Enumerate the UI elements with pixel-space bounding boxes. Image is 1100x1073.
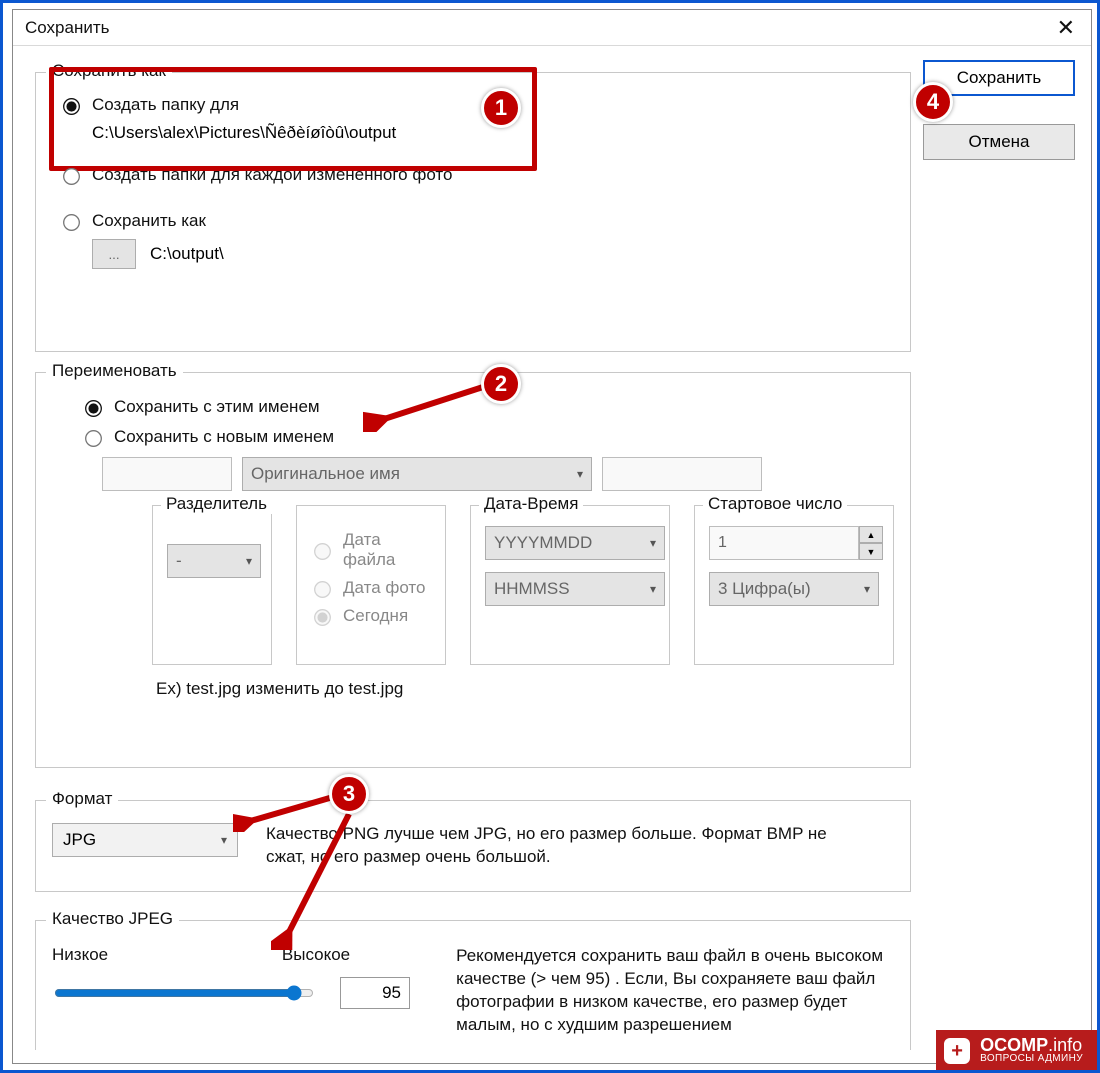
annotation-badge-4: 4 bbox=[913, 82, 953, 122]
separator-value: - bbox=[176, 551, 182, 571]
titlebar: Сохранить ✕ bbox=[13, 10, 1091, 46]
chevron-down-icon: ▾ bbox=[246, 554, 252, 568]
date-file-option[interactable]: Дата файла bbox=[311, 530, 431, 570]
jpeg-quality-group: Качество JPEG Низкое Высокое Рекомендует… bbox=[35, 920, 911, 1050]
cancel-button[interactable]: Отмена bbox=[923, 124, 1075, 160]
saveas-opt-custom-path[interactable]: Сохранить как bbox=[60, 211, 894, 231]
chevron-down-icon: ▾ bbox=[221, 833, 227, 847]
chevron-down-icon: ▾ bbox=[650, 582, 656, 596]
rename-sub-groups: Разделитель - ▾ Дата файла Дата bbox=[152, 505, 894, 665]
plus-icon: + bbox=[944, 1038, 970, 1064]
digits-combo[interactable]: 3 Цифра(ы) ▾ bbox=[709, 572, 879, 606]
custom-path-row: ... C:\output\ bbox=[92, 239, 894, 269]
date-photo-option[interactable]: Дата фото bbox=[311, 578, 431, 598]
custom-path-text: C:\output\ bbox=[150, 244, 224, 264]
datetime-group: Дата-Время YYYYMMDD ▾ HHMMSS ▾ bbox=[470, 505, 670, 665]
watermark-sub: ВОПРОСЫ АДМИНУ bbox=[980, 1054, 1083, 1064]
chevron-down-icon: ▾ bbox=[577, 467, 583, 481]
rename-opt2-label: Сохранить с новым именем bbox=[114, 427, 334, 447]
rename-opt1-label: Сохранить с этим именем bbox=[114, 397, 320, 417]
separator-combo[interactable]: - ▾ bbox=[167, 544, 261, 578]
datetime-legend: Дата-Время bbox=[479, 494, 583, 514]
format-value: JPG bbox=[63, 830, 96, 850]
annotation-badge-3: 3 bbox=[329, 774, 369, 814]
annotation-badge-2: 2 bbox=[481, 364, 521, 404]
name-mode-value: Оригинальное имя bbox=[251, 464, 400, 484]
format-note: Качество PNG лучше чем JPG, но его разме… bbox=[266, 823, 866, 869]
watermark: + OCOMP.info ВОПРОСЫ АДМИНУ bbox=[936, 1030, 1097, 1070]
quality-value-input[interactable] bbox=[340, 977, 410, 1009]
time-format-combo[interactable]: HHMMSS ▾ bbox=[485, 572, 665, 606]
chevron-down-icon: ▾ bbox=[650, 536, 656, 550]
prefix-input[interactable] bbox=[102, 457, 232, 491]
saveas-opt1-label: Создать папку для bbox=[92, 95, 239, 115]
rename-opt-new-name[interactable]: Сохранить с новым именем bbox=[82, 427, 894, 447]
date-file-label: Дата файла bbox=[343, 530, 431, 570]
start-number-group: Стартовое число ▲ ▼ 3 Цифра(ы) ▾ bbox=[694, 505, 894, 665]
date-today-label: Сегодня bbox=[343, 606, 408, 626]
radio-keep-name[interactable] bbox=[85, 400, 102, 417]
saveas-opt3-label: Сохранить как bbox=[92, 211, 206, 231]
saveas-opt-per-photo[interactable]: Создать папки для каждой измененного фот… bbox=[60, 165, 894, 185]
date-format-value: YYYYMMDD bbox=[494, 533, 592, 553]
date-photo-label: Дата фото bbox=[343, 578, 426, 598]
format-combo[interactable]: JPG ▾ bbox=[52, 823, 238, 857]
format-legend: Формат bbox=[46, 789, 118, 809]
rename-inputs-row: Оригинальное имя ▾ bbox=[102, 457, 894, 491]
radio-create-folder[interactable] bbox=[63, 98, 80, 115]
highlight-rect-1 bbox=[49, 67, 537, 171]
rename-legend: Переименовать bbox=[46, 361, 183, 381]
quality-slider-area: Низкое Высокое bbox=[52, 945, 430, 1037]
rename-example: Ex) test.jpg изменить до test.jpg bbox=[156, 679, 894, 699]
date-today-option[interactable]: Сегодня bbox=[311, 606, 431, 626]
saveas-opt-create-folder[interactable]: Создать папку для bbox=[60, 95, 894, 115]
time-format-value: HHMMSS bbox=[494, 579, 570, 599]
close-icon[interactable]: ✕ bbox=[1053, 15, 1079, 41]
browse-button[interactable]: ... bbox=[92, 239, 136, 269]
date-format-combo[interactable]: YYYYMMDD ▾ bbox=[485, 526, 665, 560]
quality-low-label: Низкое bbox=[52, 945, 108, 965]
save-as-legend: Сохранить как bbox=[46, 61, 172, 81]
quality-slider[interactable] bbox=[54, 985, 314, 1001]
window-title: Сохранить bbox=[25, 18, 109, 38]
jpeg-legend: Качество JPEG bbox=[46, 909, 179, 929]
start-number-input[interactable] bbox=[709, 526, 859, 560]
rename-group: Переименовать Сохранить с этим именем Со… bbox=[35, 372, 911, 768]
format-group: Формат JPG ▾ Качество PNG лучше чем JPG,… bbox=[35, 800, 911, 892]
radio-custom-path[interactable] bbox=[63, 214, 80, 231]
radio-date-file[interactable] bbox=[314, 543, 331, 560]
jpeg-note: Рекомендуется сохранить ваш файл в очень… bbox=[456, 945, 894, 1037]
radio-per-photo[interactable] bbox=[63, 168, 80, 185]
separator-legend: Разделитель bbox=[161, 494, 272, 514]
radio-new-name[interactable] bbox=[85, 430, 102, 447]
quality-high-label: Высокое bbox=[282, 945, 430, 965]
spin-up-button[interactable]: ▲ bbox=[859, 526, 883, 543]
annotation-badge-1: 1 bbox=[481, 88, 521, 128]
dialog-window: Сохранить ✕ Сохранить Отмена Сохранить к… bbox=[12, 9, 1092, 1064]
start-number-legend: Стартовое число bbox=[703, 494, 847, 514]
suffix-input[interactable] bbox=[602, 457, 762, 491]
radio-date-today[interactable] bbox=[314, 609, 331, 626]
chevron-down-icon: ▾ bbox=[864, 582, 870, 596]
saveas-opt2-label: Создать папки для каждой измененного фот… bbox=[92, 165, 452, 185]
start-number-spinner: ▲ ▼ bbox=[709, 526, 879, 560]
digits-value: 3 Цифра(ы) bbox=[718, 579, 811, 599]
separator-group: Разделитель - ▾ bbox=[152, 505, 272, 665]
spin-down-button[interactable]: ▼ bbox=[859, 543, 883, 560]
outer-frame: Сохранить ✕ Сохранить Отмена Сохранить к… bbox=[0, 0, 1100, 1073]
radio-date-photo[interactable] bbox=[314, 581, 331, 598]
save-as-group: Сохранить как Создать папку для C:\Users… bbox=[35, 72, 911, 352]
date-source-group: Дата файла Дата фото Сегодня bbox=[296, 505, 446, 665]
name-mode-combo[interactable]: Оригинальное имя ▾ bbox=[242, 457, 592, 491]
watermark-brand: OCOMP.info bbox=[980, 1036, 1083, 1054]
